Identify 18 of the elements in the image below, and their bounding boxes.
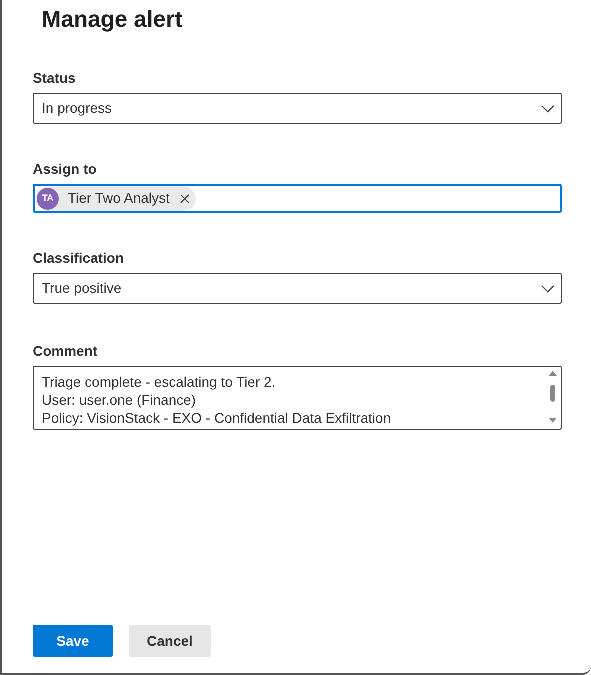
chevron-down-icon <box>541 104 555 112</box>
close-icon[interactable] <box>180 194 190 204</box>
field-label: Comment <box>33 342 99 361</box>
field-label: Assign to <box>33 160 98 179</box>
dropdown[interactable]: True positive <box>33 273 562 304</box>
cancel-button[interactable]: Cancel <box>129 625 211 657</box>
dropdown[interactable]: In progress <box>33 93 562 124</box>
save-button[interactable]: Save <box>33 625 113 657</box>
people-picker-field[interactable]: TA Tier Two Analyst <box>33 184 562 213</box>
field-label: Classification <box>33 249 126 268</box>
comment-text: Triage complete - escalating to Tier 2. User: user.one (Finance) Policy: VisionStack - EXO - Confidential Data Exfiltration <box>41 373 392 428</box>
person-chip[interactable]: TA Tier Two Analyst <box>36 186 196 210</box>
person-name: Tier Two Analyst <box>68 189 170 208</box>
panel-title: Manage alert <box>42 5 184 34</box>
avatar: TA <box>37 188 59 210</box>
field-label: Status <box>33 69 77 88</box>
comment-field[interactable]: Triage complete - escalating to Tier 2. User: user.one (Finance) Policy: VisionStack - EXO - Confidential Data Exfiltration <box>33 366 562 430</box>
chevron-down-icon <box>541 284 555 292</box>
